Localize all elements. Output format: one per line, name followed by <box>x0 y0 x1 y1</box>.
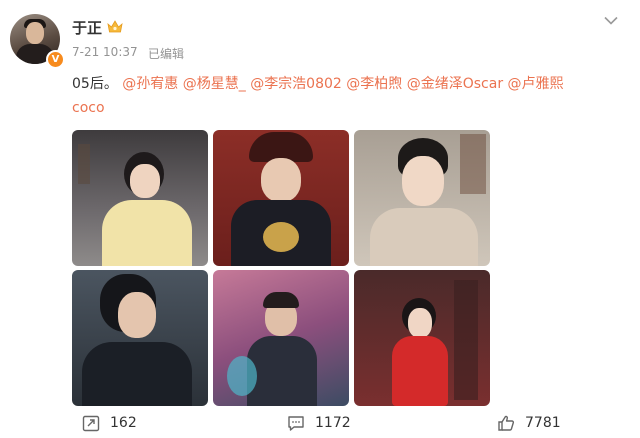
action-bar: 162 1172 7781 <box>72 410 612 436</box>
edited-tag: 已编辑 <box>148 47 185 61</box>
repost-count: 162 <box>110 415 137 431</box>
photo-thumbnail-4[interactable] <box>72 270 208 406</box>
mention-link[interactable]: @金绪泽Oscar <box>407 76 503 92</box>
mention-link[interactable]: @李宗浩0802 <box>250 76 342 92</box>
like-icon <box>498 415 515 431</box>
comment-count: 1172 <box>315 415 351 431</box>
photo-thumbnail-3[interactable] <box>354 130 490 266</box>
post-time[interactable]: 7-21 10:37 <box>72 45 138 59</box>
photo-thumbnail-2[interactable] <box>213 130 349 266</box>
author-name[interactable]: 于正 <box>72 17 102 38</box>
verified-badge-icon: V <box>46 50 65 69</box>
like-count: 7781 <box>525 415 561 431</box>
chevron-down-icon[interactable] <box>600 12 622 28</box>
mention-link[interactable]: @李柏煦 <box>346 76 402 92</box>
repost-icon <box>82 415 100 432</box>
comment-button[interactable]: 1172 <box>287 410 351 436</box>
like-button[interactable]: 7781 <box>497 410 561 436</box>
comment-icon <box>288 416 304 431</box>
weibo-post: V 于正 7-21 10:37 已编辑 05后。 @孙宥惠 @杨星慧_ @李宗浩… <box>0 0 640 438</box>
image-grid <box>72 130 490 406</box>
post-text: 05后。 @孙宥惠 @杨星慧_ @李宗浩0802 @李柏煦 @金绪泽Oscar … <box>72 72 612 120</box>
repost-button[interactable]: 162 <box>82 410 137 436</box>
mention-link[interactable]: @孙宥惠 <box>122 76 178 92</box>
photo-thumbnail-1[interactable] <box>72 130 208 266</box>
mention-link[interactable]: @卢雅熙 <box>508 76 564 92</box>
avatar-face <box>26 22 44 44</box>
post-prefix: 05后。 <box>72 76 118 92</box>
mention-link-tail[interactable]: coco <box>72 100 105 116</box>
mention-link[interactable]: @杨星慧_ <box>183 76 246 92</box>
crown-icon <box>107 20 123 33</box>
photo-thumbnail-5[interactable] <box>213 270 349 406</box>
photo-thumbnail-6[interactable] <box>354 270 490 406</box>
